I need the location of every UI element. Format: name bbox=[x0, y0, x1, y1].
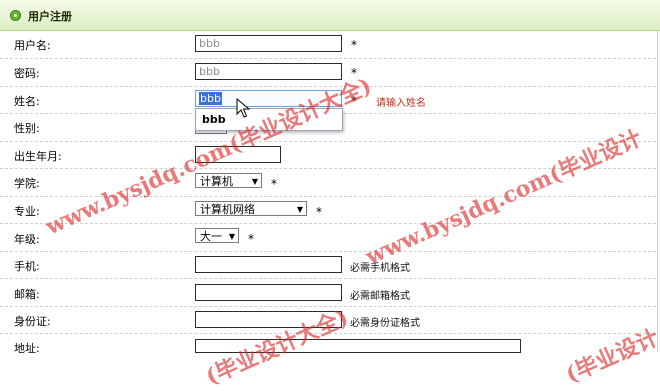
form-row-grade bbox=[0, 223, 656, 252]
mouse-pointer-icon bbox=[236, 98, 250, 118]
grade-required-mark: * bbox=[248, 232, 254, 246]
form-row-major bbox=[0, 196, 656, 224]
form-title: 用户注册 bbox=[28, 10, 72, 23]
autocomplete-dropdown: bbb bbox=[195, 108, 343, 131]
grade-selected-value: 大一 bbox=[200, 230, 222, 243]
address-label: 地址: bbox=[14, 342, 40, 355]
dropdown-arrow-icon: ▼ bbox=[228, 232, 235, 241]
panel-border bbox=[657, 31, 658, 352]
circle-bullet-icon bbox=[10, 10, 21, 21]
birth-input[interactable] bbox=[195, 146, 281, 163]
college-label: 学院: bbox=[14, 177, 40, 190]
autocomplete-suggestion[interactable]: bbb bbox=[202, 113, 226, 126]
password-input[interactable]: bbb bbox=[195, 63, 342, 80]
email-input[interactable] bbox=[195, 284, 342, 301]
email-label: 邮箱: bbox=[14, 288, 40, 301]
birth-label: 出生年月: bbox=[14, 150, 62, 163]
password-label: 密码: bbox=[14, 67, 40, 80]
password-required-mark: * bbox=[351, 66, 357, 80]
idcard-hint: 必需身份证格式 bbox=[350, 318, 420, 329]
dropdown-arrow-icon: ▼ bbox=[296, 205, 303, 214]
name-required-mark: * bbox=[351, 94, 357, 108]
idcard-label: 身份证: bbox=[14, 315, 51, 328]
college-select[interactable]: 计算机 ▼ bbox=[195, 173, 262, 188]
phone-hint: 必需手机格式 bbox=[350, 263, 410, 274]
name-input[interactable]: bbb bbox=[195, 90, 342, 107]
dropdown-arrow-icon: ▼ bbox=[251, 177, 258, 186]
major-select[interactable]: 计算机网络 ▼ bbox=[195, 201, 307, 216]
idcard-input[interactable] bbox=[195, 311, 342, 328]
major-label: 专业: bbox=[14, 205, 40, 218]
username-required-mark: * bbox=[351, 38, 357, 52]
phone-label: 手机: bbox=[14, 260, 40, 273]
major-required-mark: * bbox=[316, 205, 322, 219]
grade-select[interactable]: 大一 ▼ bbox=[195, 228, 239, 243]
username-label: 用户名: bbox=[14, 39, 51, 52]
form-row-college bbox=[0, 168, 656, 197]
gender-label: 性别: bbox=[14, 122, 40, 135]
major-selected-value: 计算机网络 bbox=[200, 203, 255, 216]
email-hint: 必需邮箱格式 bbox=[350, 291, 410, 302]
college-required-mark: * bbox=[271, 177, 277, 191]
form-row-birth bbox=[0, 141, 656, 169]
college-selected-value: 计算机 bbox=[200, 175, 233, 188]
phone-input[interactable] bbox=[195, 256, 342, 273]
name-label: 姓名: bbox=[14, 95, 40, 108]
name-error-message: 请输入姓名 bbox=[376, 98, 426, 109]
username-input[interactable]: bbb bbox=[195, 35, 342, 52]
name-input-selected-text: bbb bbox=[199, 92, 222, 105]
grade-label: 年级: bbox=[14, 233, 40, 246]
address-input[interactable] bbox=[195, 339, 521, 353]
form-header: 用户注册 bbox=[0, 0, 660, 31]
